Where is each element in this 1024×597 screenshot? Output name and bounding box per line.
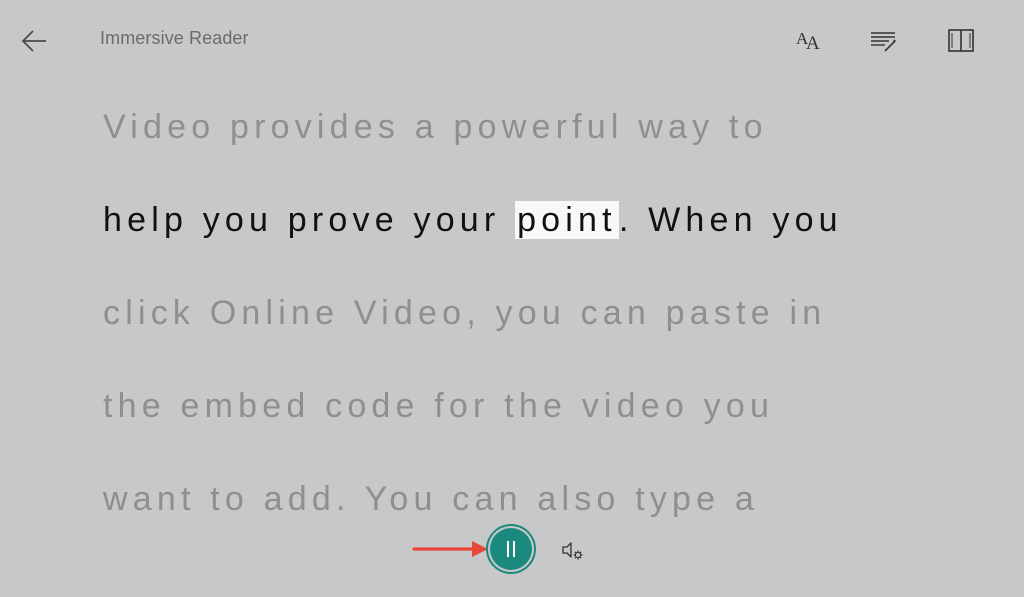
voice-settings-icon <box>562 542 583 560</box>
book-icon <box>948 29 974 52</box>
annotation-arrow-icon <box>412 541 488 557</box>
reader-text-area: Video provides a powerful way to help yo… <box>103 102 983 567</box>
app-title: Immersive Reader <box>100 28 249 48</box>
grammar-options-icon <box>871 32 896 52</box>
pause-button[interactable] <box>490 528 532 570</box>
back-button[interactable] <box>18 26 50 56</box>
active-line-rest: . When you <box>618 201 843 239</box>
highlighted-word: point <box>515 201 619 239</box>
playback-controls <box>0 520 1024 580</box>
text-size-icon: A A <box>796 29 820 54</box>
reading-preferences-button[interactable] <box>944 24 978 58</box>
reader-line: the embed code for the video you <box>103 387 775 425</box>
arrow-left-icon <box>21 30 46 52</box>
pause-icon <box>513 541 515 557</box>
top-toolbar: Immersive Reader A A <box>0 0 1024 80</box>
pause-icon <box>507 541 509 557</box>
active-line-text: help you prove your <box>103 201 516 239</box>
text-preferences-button[interactable]: A A <box>790 24 824 58</box>
grammar-options-button[interactable] <box>866 24 900 58</box>
reader-line-active: help you prove your point. When you <box>103 195 983 288</box>
reader-line: click Online Video, you can paste in <box>103 294 827 332</box>
svg-text:A: A <box>806 33 820 54</box>
reader-line: Video provides a powerful way to <box>103 108 768 146</box>
voice-settings-button[interactable] <box>558 536 586 564</box>
